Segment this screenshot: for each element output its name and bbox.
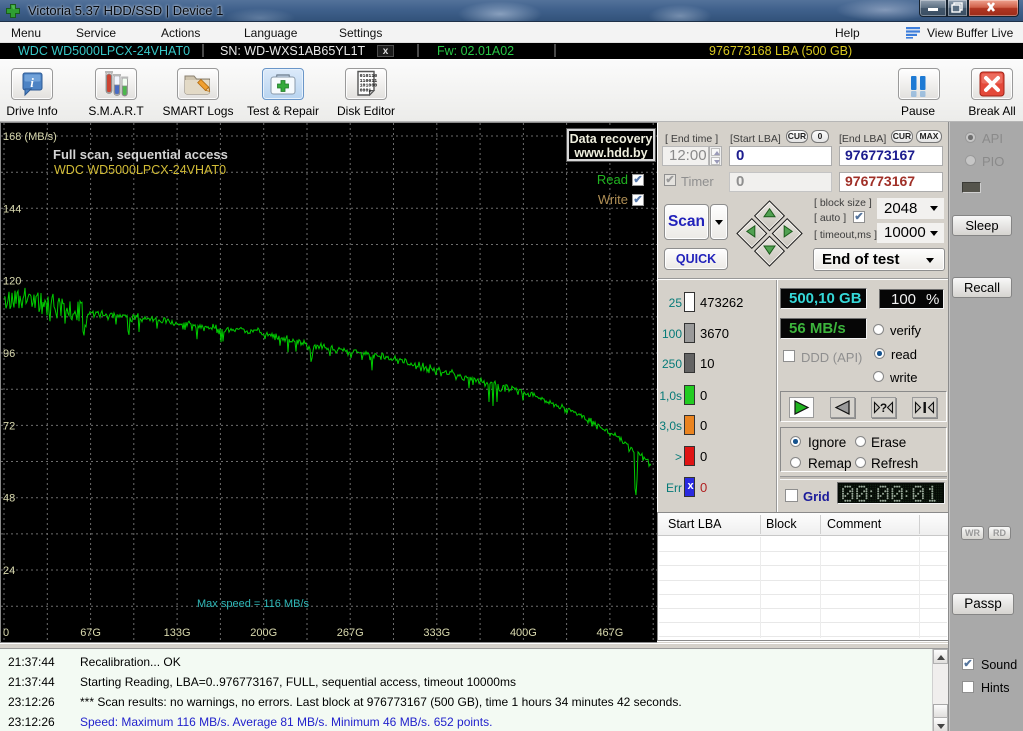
svg-text:0: 0 bbox=[3, 627, 9, 639]
svg-text:67G: 67G bbox=[80, 627, 101, 639]
svg-text:24: 24 bbox=[3, 565, 15, 577]
svg-text:?: ? bbox=[880, 401, 887, 415]
svg-text:96: 96 bbox=[3, 348, 15, 360]
svg-text:133G: 133G bbox=[164, 627, 191, 639]
svg-text:i: i bbox=[30, 75, 34, 90]
svg-text:267G: 267G bbox=[337, 627, 364, 639]
svg-text:168 (MB/s): 168 (MB/s) bbox=[3, 131, 57, 143]
svg-text:400G: 400G bbox=[510, 627, 537, 639]
svg-text:Max speed = 116 MB/s: Max speed = 116 MB/s bbox=[197, 598, 309, 610]
svg-text:467G: 467G bbox=[596, 627, 623, 639]
svg-text:48: 48 bbox=[3, 493, 15, 505]
svg-text:333G: 333G bbox=[423, 627, 450, 639]
svg-text:0001: 0001 bbox=[360, 87, 372, 93]
svg-text:200G: 200G bbox=[250, 627, 277, 639]
svg-text:144: 144 bbox=[3, 203, 21, 215]
svg-text:120: 120 bbox=[3, 276, 21, 288]
svg-text:72: 72 bbox=[3, 420, 15, 432]
